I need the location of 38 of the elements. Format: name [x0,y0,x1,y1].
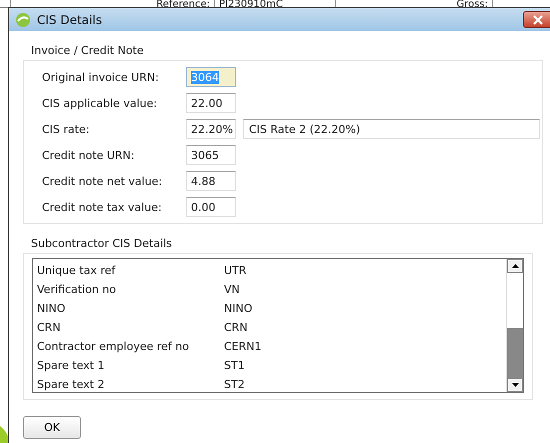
group-title: Invoice / Credit Note [30,43,145,59]
list-cell-text: Verification no [37,283,118,296]
input-field[interactable]: 0.00 [186,197,236,217]
list-cell: VN [224,283,240,296]
list-cell-text: Spare text 1 [37,359,106,372]
list-cell-text: CRN [37,321,62,334]
list-cell: CRN [224,321,248,334]
list-cell-text: Contractor employee ref no [37,340,190,353]
ok-button[interactable]: OK [23,416,81,439]
input-field[interactable]: 22.00 [186,93,236,113]
down-arrow-icon [512,383,518,387]
input-field[interactable]: 3065 [186,145,236,165]
input-field[interactable]: 22.20% [186,119,236,139]
list-cell: NINO [224,302,252,315]
scrollbar-thumb[interactable] [507,328,523,378]
window-title: CIS Details [37,12,102,26]
input-field[interactable]: 4.88 [186,171,236,191]
list-cell: UTR [224,264,246,277]
list-cell-text: Unique tax ref [37,264,116,277]
close-button[interactable] [523,11,550,28]
field-label: CIS rate: [42,122,90,136]
field-label: Credit note URN: [42,148,136,162]
field-label: Credit note net value: [42,174,164,188]
group-title: Subcontractor CIS Details [30,236,173,252]
app-logo-icon [15,12,31,28]
scroll-up-button[interactable] [507,259,523,273]
field-label: Credit note tax value: [42,200,163,214]
close-icon [533,14,543,24]
field-label: CIS applicable value: [42,96,158,110]
list-cell-text: NINO [37,302,66,315]
list-cell: CERN1 [224,340,262,353]
list-cell: ST1 [224,359,245,372]
field-label: Original invoice URN: [42,70,160,84]
up-arrow-icon [512,264,518,268]
description-field: CIS Rate 2 (22.20%) [243,119,540,139]
list-cell-text: Spare text 2 [37,378,106,391]
scroll-down-button[interactable] [507,378,523,392]
list-cell: ST2 [224,378,245,391]
